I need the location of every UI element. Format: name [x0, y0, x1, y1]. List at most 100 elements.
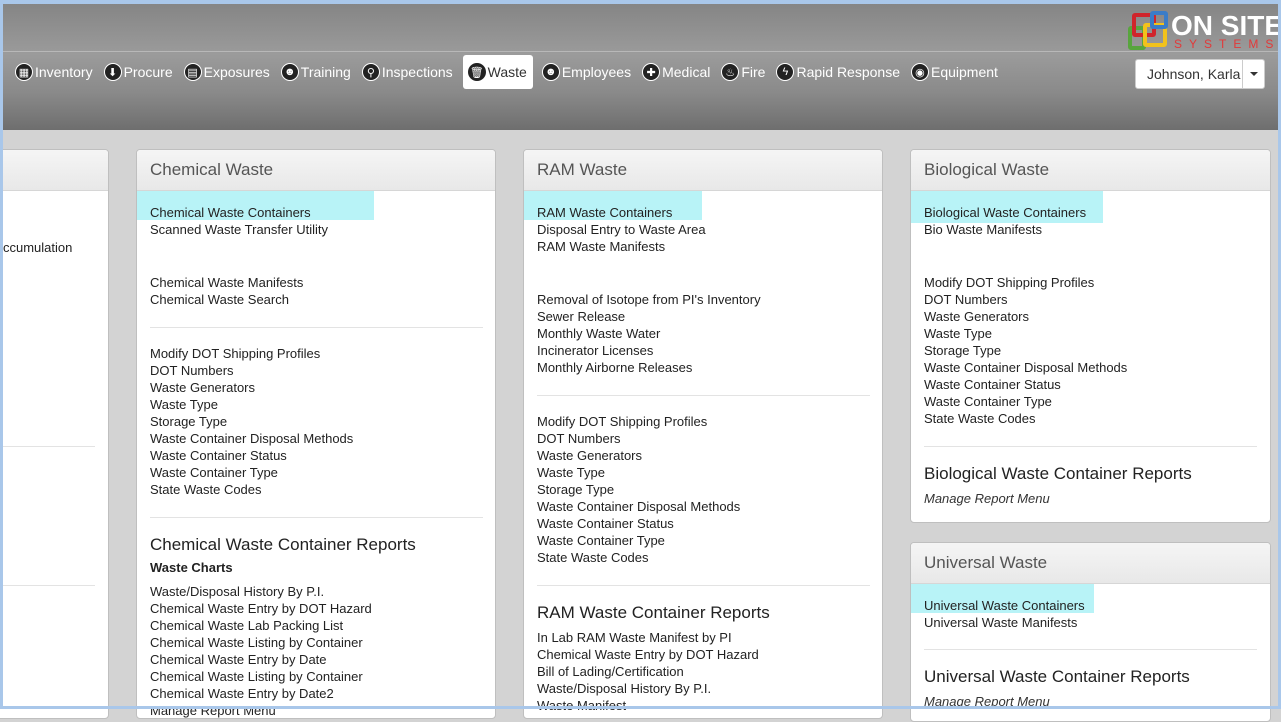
report-link[interactable]: Chemical Waste Entry by DOT Hazard — [537, 646, 759, 663]
menu-link[interactable]: Waste Type — [924, 325, 1127, 342]
menu-link[interactable]: Waste Container Disposal Methods — [924, 359, 1127, 376]
menu-link[interactable]: Monthly Waste Water — [537, 325, 761, 342]
nav-rapid-response[interactable]: ϟ Rapid Response — [771, 55, 906, 89]
nav-employees[interactable]: ☻ Employees — [537, 55, 637, 89]
group-icon: ☻ — [541, 63, 560, 81]
menu-link[interactable]: Waste Generators — [924, 308, 1127, 325]
menu-link[interactable]: Waste Container Type — [150, 464, 353, 481]
report-link[interactable]: Chemical Waste Listing by Container — [150, 634, 372, 651]
nav-equipment[interactable]: ◉ Equipment — [906, 55, 1004, 89]
menu-link[interactable]: Bio Waste Manifests — [924, 221, 1086, 238]
ram-reports: In Lab RAM Waste Manifest by PI Chemical … — [537, 629, 759, 714]
panel-title: Universal Waste — [911, 543, 1270, 584]
menu-link[interactable]: Waste Generators — [150, 379, 353, 396]
menu-link[interactable]: Scanned Waste Transfer Utility — [150, 221, 328, 238]
plus-icon: ✚ — [642, 63, 661, 81]
menu-link[interactable]: Waste Type — [537, 464, 740, 481]
nav-label: Waste — [487, 64, 527, 80]
menu-link[interactable]: Incinerator Licenses — [537, 342, 761, 359]
menu-link[interactable]: Modify DOT Shipping Profiles — [924, 274, 1127, 291]
section-title: RAM Waste Container Reports — [537, 603, 770, 622]
menu-link[interactable]: State Waste Codes — [924, 410, 1127, 427]
partial-left-link[interactable]: ccumulation — [3, 239, 72, 256]
panel-chemical-waste: Chemical Waste Chemical Waste Containers… — [136, 149, 496, 719]
menu-link[interactable]: DOT Numbers — [537, 430, 740, 447]
menu-link[interactable]: Biological Waste Containers — [924, 204, 1086, 221]
header-divider — [3, 51, 1278, 52]
menu-link[interactable]: Disposal Entry to Waste Area — [537, 221, 706, 238]
ram-group-2: Removal of Isotope from PI's Inventory Se… — [537, 291, 761, 376]
section-title: Biological Waste Container Reports — [924, 464, 1192, 483]
menu-link[interactable]: Waste Container Status — [150, 447, 353, 464]
divider — [0, 585, 95, 586]
chemical-group-1: Chemical Waste Containers Scanned Waste T… — [150, 204, 328, 238]
nav-medical[interactable]: ✚ Medical — [637, 55, 716, 89]
nav-waste[interactable]: 🗑 Waste — [462, 55, 533, 89]
menu-link[interactable]: Storage Type — [537, 481, 740, 498]
clipboard-icon: ▤ — [183, 63, 202, 81]
panel-title: RAM Waste — [524, 150, 882, 191]
menu-link[interactable]: Storage Type — [924, 342, 1127, 359]
menu-link[interactable]: RAM Waste Containers — [537, 204, 706, 221]
menu-link[interactable]: Storage Type — [150, 413, 353, 430]
report-link[interactable]: Chemical Waste Lab Packing List — [150, 617, 372, 634]
report-link[interactable]: Waste/Disposal History By P.I. — [537, 680, 759, 697]
panel-title: Chemical Waste — [137, 150, 495, 191]
manage-report-menu-link[interactable]: Manage Report Menu — [924, 491, 1050, 506]
bio-group-2: Modify DOT Shipping Profiles DOT Numbers W… — [924, 274, 1127, 427]
user-dropdown[interactable]: Johnson, Karla — [1135, 59, 1265, 89]
divider — [150, 517, 483, 518]
menu-link[interactable]: Chemical Waste Search — [150, 291, 303, 308]
divider — [924, 649, 1257, 650]
menu-link[interactable]: Waste Container Status — [537, 515, 740, 532]
report-link[interactable]: Chemical Waste Entry by Date2 — [150, 685, 372, 702]
chevron-down-icon[interactable] — [1242, 60, 1264, 88]
menu-link[interactable]: Monthly Airborne Releases — [537, 359, 761, 376]
menu-link[interactable]: RAM Waste Manifests — [537, 238, 706, 255]
nav-label: Employees — [561, 64, 632, 80]
menu-link[interactable]: Waste Generators — [537, 447, 740, 464]
menu-link[interactable]: Waste Container Status — [924, 376, 1127, 393]
panel-universal-waste: Universal Waste Universal Waste Containe… — [910, 542, 1271, 722]
menu-link[interactable]: Waste Container Disposal Methods — [537, 498, 740, 515]
nav-label: Rapid Response — [796, 64, 900, 80]
divider — [537, 395, 870, 396]
menu-link[interactable]: Removal of Isotope from PI's Inventory — [537, 291, 761, 308]
nav-training[interactable]: ☻ Training — [276, 55, 357, 89]
panel-title: Biological Waste — [911, 150, 1270, 191]
nav-procure[interactable]: ⬇ Procure — [99, 55, 179, 89]
report-link[interactable]: Chemical Waste Entry by DOT Hazard — [150, 600, 372, 617]
menu-link[interactable]: State Waste Codes — [537, 549, 740, 566]
report-link[interactable]: In Lab RAM Waste Manifest by PI — [537, 629, 759, 646]
menu-link[interactable]: Modify DOT Shipping Profiles — [150, 345, 353, 362]
menu-link[interactable]: Chemical Waste Manifests — [150, 274, 303, 291]
menu-link[interactable]: Waste Container Disposal Methods — [150, 430, 353, 447]
menu-link[interactable]: State Waste Codes — [150, 481, 353, 498]
menu-link[interactable]: Universal Waste Manifests — [924, 614, 1085, 631]
nav-inventory[interactable]: ▦ Inventory — [10, 55, 99, 89]
menu-link[interactable]: Modify DOT Shipping Profiles — [537, 413, 740, 430]
on-site-logo[interactable]: ON SITE SYSTEMS — [1128, 10, 1281, 52]
nav-inspections[interactable]: ⚲ Inspections — [357, 55, 459, 89]
menu-link[interactable]: Sewer Release — [537, 308, 761, 325]
report-link[interactable]: Chemical Waste Listing by Container — [150, 668, 372, 685]
menu-link[interactable]: Chemical Waste Containers — [150, 204, 328, 221]
menu-link[interactable]: Waste Type — [150, 396, 353, 413]
report-link[interactable]: Waste/Disposal History By P.I. — [150, 583, 372, 600]
nav-exposures[interactable]: ▤ Exposures — [179, 55, 276, 89]
report-link[interactable]: Chemical Waste Entry by Date — [150, 651, 372, 668]
menu-link[interactable]: Waste Container Type — [537, 532, 740, 549]
gauge-icon: ◉ — [910, 63, 929, 81]
report-link[interactable]: Bill of Lading/Certification — [537, 663, 759, 680]
menu-link[interactable]: Waste Container Type — [924, 393, 1127, 410]
panel-partial-left: ccumulation — [0, 149, 109, 719]
menu-link[interactable]: DOT Numbers — [150, 362, 353, 379]
menu-link[interactable]: Universal Waste Containers — [924, 597, 1085, 614]
fire-icon: ♨ — [721, 63, 740, 81]
section-title: Chemical Waste Container Reports — [150, 535, 416, 554]
nav-fire[interactable]: ♨ Fire — [716, 55, 771, 89]
report-link[interactable]: Manage Report Menu — [150, 702, 372, 718]
menu-link[interactable]: DOT Numbers — [924, 291, 1127, 308]
search-icon: ⚲ — [361, 63, 380, 81]
bolt-icon: ϟ — [776, 63, 795, 81]
